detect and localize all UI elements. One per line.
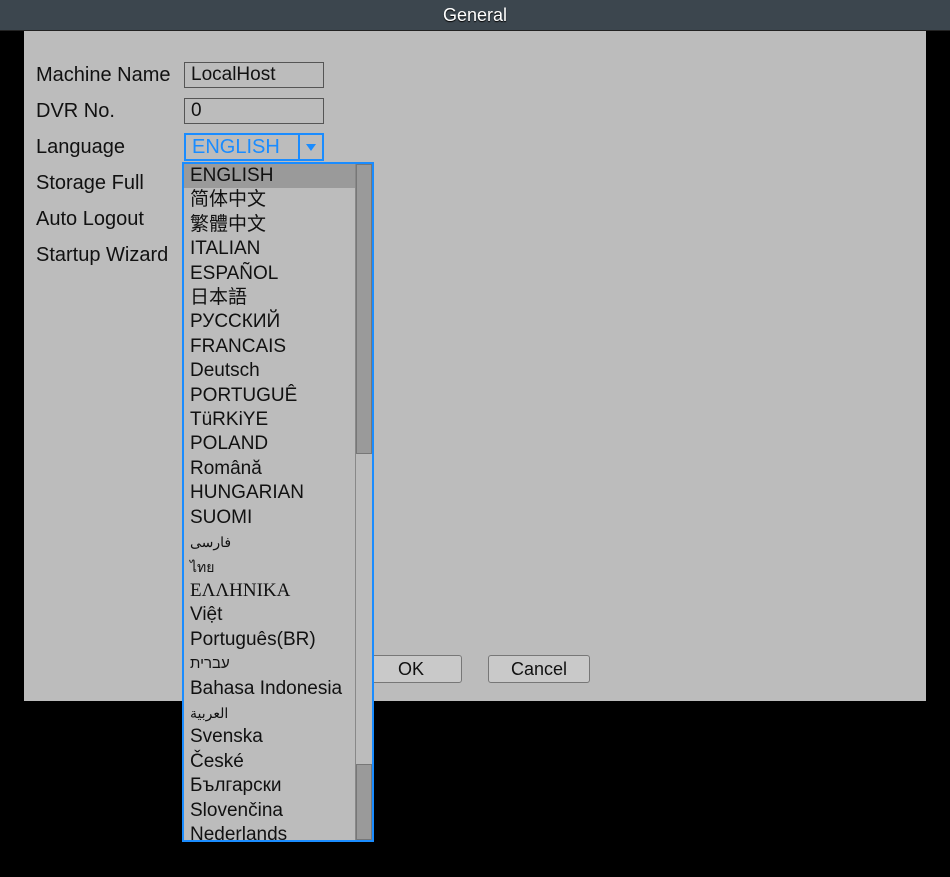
chevron-down-icon <box>306 144 316 151</box>
language-option[interactable]: 日本語 <box>184 286 355 310</box>
language-combobox-value: ENGLISH <box>186 135 298 159</box>
language-option[interactable]: Slovenčina <box>184 799 355 823</box>
row-storage-full: Storage Full <box>36 167 914 199</box>
dvr-no-input[interactable] <box>184 98 324 124</box>
footer-buttons: OK Cancel <box>24 655 926 683</box>
machine-name-input[interactable] <box>184 62 324 88</box>
language-option[interactable]: 简体中文 <box>184 188 355 212</box>
row-machine-name: Machine Name <box>36 59 914 91</box>
language-option[interactable]: ENGLISH <box>184 164 355 188</box>
language-combobox[interactable]: ENGLISH <box>184 133 324 161</box>
language-dropdown[interactable]: ENGLISH简体中文繁體中文ITALIANESPAÑOL日本語РУССКИЙF… <box>182 162 374 842</box>
label-startup-wizard: Startup Wizard <box>36 244 184 267</box>
window-title: General <box>0 0 950 31</box>
language-combobox-button[interactable] <box>298 135 322 159</box>
language-option[interactable]: Việt <box>184 603 355 627</box>
language-option[interactable]: SUOMI <box>184 506 355 530</box>
language-option[interactable]: فارسی <box>184 530 355 554</box>
label-storage-full: Storage Full <box>36 172 184 195</box>
language-option[interactable]: Deutsch <box>184 359 355 383</box>
language-option[interactable]: Български <box>184 774 355 798</box>
language-option[interactable]: עברית <box>184 652 355 676</box>
language-option[interactable]: Română <box>184 457 355 481</box>
language-option[interactable]: ESPAÑOL <box>184 262 355 286</box>
row-startup-wizard: Startup Wizard <box>36 239 914 271</box>
language-option[interactable]: العربية <box>184 701 355 725</box>
language-option[interactable]: Svenska <box>184 725 355 749</box>
label-dvr-no: DVR No. <box>36 100 184 123</box>
label-auto-logout: Auto Logout <box>36 208 184 231</box>
general-window: General Machine Name DVR No. Language EN… <box>0 0 950 701</box>
language-option[interactable]: TüRKiYE <box>184 408 355 432</box>
language-option[interactable]: 繁體中文 <box>184 213 355 237</box>
scrollbar-thumb[interactable] <box>356 764 372 840</box>
language-option[interactable]: Português(BR) <box>184 628 355 652</box>
language-option[interactable]: HUNGARIAN <box>184 481 355 505</box>
language-option[interactable]: Nederlands <box>184 823 355 840</box>
row-auto-logout: Auto Logout <box>36 203 914 235</box>
language-option[interactable]: РУССКИЙ <box>184 310 355 334</box>
label-machine-name: Machine Name <box>36 64 184 87</box>
cancel-button[interactable]: Cancel <box>488 655 590 683</box>
scrollbar-thumb[interactable] <box>356 164 372 454</box>
language-option[interactable]: ITALIAN <box>184 237 355 261</box>
language-option[interactable]: České <box>184 750 355 774</box>
row-language: Language ENGLISH <box>36 131 914 163</box>
general-panel: Machine Name DVR No. Language ENGLISH St… <box>24 31 926 701</box>
language-option[interactable]: PORTUGUÊ <box>184 384 355 408</box>
label-language: Language <box>36 136 184 159</box>
language-dropdown-list: ENGLISH简体中文繁體中文ITALIANESPAÑOL日本語РУССКИЙF… <box>184 164 355 840</box>
language-option[interactable]: ไทย <box>184 555 355 579</box>
language-option[interactable]: ΕΛΛΗΝΙΚΑ <box>184 579 355 603</box>
ok-button[interactable]: OK <box>360 655 462 683</box>
dropdown-scrollbar[interactable] <box>355 164 372 840</box>
language-option[interactable]: FRANCAIS <box>184 335 355 359</box>
row-dvr-no: DVR No. <box>36 95 914 127</box>
language-option[interactable]: POLAND <box>184 432 355 456</box>
language-option[interactable]: Bahasa Indonesia <box>184 677 355 701</box>
